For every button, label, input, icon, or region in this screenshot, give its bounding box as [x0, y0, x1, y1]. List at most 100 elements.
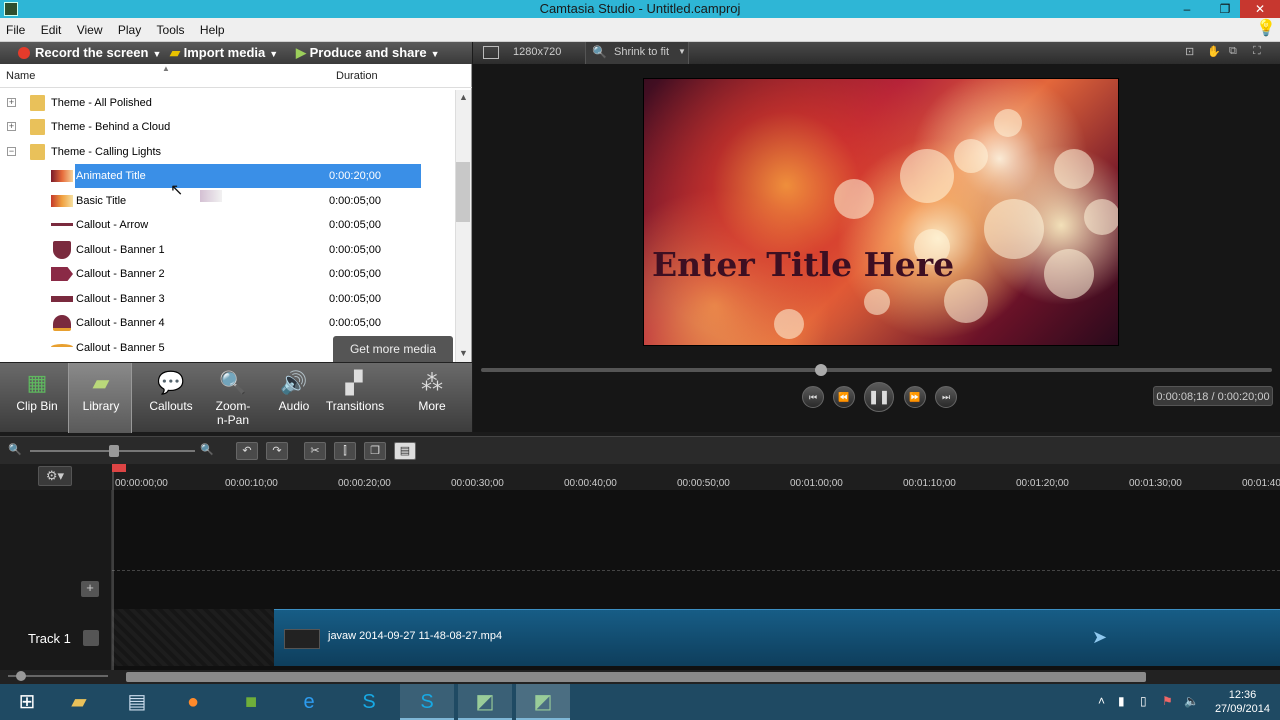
clip-label: javaw 2014-09-27 11-48-08-27.mp4 — [328, 630, 503, 642]
library-item[interactable]: Callout - Arrow 0:00:05;00 — [0, 213, 455, 237]
canvas-dimensions[interactable]: 1280x720 — [513, 46, 561, 58]
preview-canvas[interactable]: Enter Title Here — [643, 78, 1119, 346]
cut-button[interactable]: ✂ — [304, 442, 326, 460]
tab-clip-bin[interactable]: ▦ Clip Bin — [5, 363, 69, 433]
menu-tools[interactable]: Tools — [151, 18, 191, 42]
produce-share-button[interactable]: ▶ Produce and share ▼ — [296, 42, 440, 65]
volume-icon[interactable]: 🔈 — [1184, 694, 1199, 708]
camtasia-studio-icon[interactable]: ◩ — [516, 684, 570, 720]
hand-icon[interactable]: ✋ — [1207, 45, 1221, 58]
fullscreen-icon[interactable]: ⛶ — [1253, 45, 1261, 58]
folder-row[interactable]: + Theme - All Polished — [0, 91, 455, 115]
library-item[interactable]: Callout - Banner 4 0:00:05;00 — [0, 311, 455, 335]
documents-icon[interactable]: ▤ — [110, 684, 164, 720]
get-more-media-button[interactable]: Get more media — [333, 336, 453, 362]
firefox-icon[interactable]: ● — [166, 684, 220, 720]
library-item[interactable]: Callout - Banner 1 0:00:05;00 — [0, 238, 455, 262]
scroll-down-icon[interactable]: ▼ — [459, 348, 468, 358]
library-item[interactable]: Callout - Banner 3 0:00:05;00 — [0, 287, 455, 311]
timeline-scrollbar[interactable] — [0, 670, 1280, 684]
folder-icon — [30, 119, 45, 135]
vertical-zoom-handle[interactable] — [16, 671, 26, 681]
canvas-title-text[interactable]: Enter Title Here — [652, 245, 954, 284]
tab-transitions[interactable]: ▞ Transitions — [322, 363, 388, 433]
video-clip[interactable]: javaw 2014-09-27 11-48-08-27.mp4 ➤ — [274, 609, 1280, 666]
tab-library[interactable]: ▰ Library — [68, 363, 132, 433]
internet-explorer-icon[interactable]: e — [282, 684, 336, 720]
lock-icon[interactable] — [83, 630, 99, 646]
action-center-icon[interactable]: ⚑ — [1162, 694, 1173, 708]
zoom-slider-handle[interactable] — [109, 445, 119, 457]
split-button[interactable]: ⫿ — [334, 442, 356, 460]
gear-icon[interactable]: ⚙▾ — [38, 466, 72, 486]
skip-forward-button[interactable]: ⏭ — [935, 386, 957, 408]
preview-seek-bar[interactable] — [481, 368, 1272, 372]
add-track-button[interactable]: + — [81, 581, 99, 597]
zoom-out-icon[interactable]: 🔍 — [8, 443, 22, 456]
menu-help[interactable]: Help — [194, 18, 231, 42]
lightbulb-icon[interactable]: 💡 — [1256, 20, 1276, 38]
menu-view[interactable]: View — [71, 18, 109, 42]
tab-audio[interactable]: 🔊 Audio — [262, 363, 326, 433]
zoom-in-icon[interactable]: 🔍 — [200, 443, 214, 456]
scroll-up-icon[interactable]: ▲ — [459, 92, 468, 102]
expand-icon[interactable]: + — [7, 98, 16, 107]
library-item[interactable]: Callout - Banner 2 0:00:05;00 — [0, 262, 455, 286]
pause-button[interactable]: ❚❚ — [864, 382, 894, 412]
close-button[interactable]: ✕ — [1240, 0, 1280, 18]
crop-icon[interactable]: ⊡ — [1185, 45, 1194, 58]
file-explorer-icon[interactable]: ▰ — [52, 684, 106, 720]
tray-chevron-icon[interactable]: ˄ — [1098, 694, 1105, 708]
menu-file[interactable]: File — [0, 18, 31, 42]
skype-icon[interactable]: S — [342, 684, 396, 720]
system-clock[interactable]: 12:36 27/09/2014 — [1215, 688, 1270, 716]
library-item[interactable]: Animated Title 0:00:20;00 — [0, 164, 455, 188]
start-button[interactable]: ⊞ — [0, 684, 54, 720]
library-icon: ▰ — [92, 370, 110, 395]
scroll-thumb[interactable] — [126, 672, 1146, 682]
minimize-button[interactable]: – — [1174, 0, 1200, 18]
import-media-button[interactable]: ▰ Import media ▼ — [170, 42, 278, 65]
timeline-ruler[interactable]: ⚙▾ 00:00:00;00 00:00:10;00 00:00:20;00 0… — [0, 464, 1280, 490]
redo-button[interactable]: ↷ — [266, 442, 288, 460]
menu-play[interactable]: Play — [112, 18, 147, 42]
title-thumbnail-icon — [51, 170, 73, 182]
col-name-header[interactable]: Name — [6, 70, 35, 82]
tab-callouts[interactable]: 💬 Callouts — [139, 363, 203, 433]
col-duration-header[interactable]: Duration — [336, 70, 378, 82]
network-icon[interactable]: ▮ — [1118, 694, 1125, 708]
folder-row[interactable]: − Theme - Calling Lights — [0, 140, 455, 164]
cursor-effect-icon[interactable]: ➤ — [1092, 627, 1107, 648]
paste-button[interactable]: ▤ — [394, 442, 416, 460]
skip-back-button[interactable]: ⏮ — [802, 386, 824, 408]
expand-icon[interactable]: + — [7, 122, 16, 131]
restore-button[interactable]: ❐ — [1212, 0, 1238, 18]
skype-running-icon[interactable]: S — [400, 684, 454, 720]
bokeh-light — [1054, 149, 1094, 189]
rewind-button[interactable]: ⏪ — [833, 386, 855, 408]
camtasia-recorder-icon[interactable]: ◩ — [458, 684, 512, 720]
copy-button[interactable]: ❐ — [364, 442, 386, 460]
tab-zoom-n-pan[interactable]: 🔍 Zoom-n-Pan — [201, 363, 265, 433]
track-1-row[interactable]: javaw 2014-09-27 11-48-08-27.mp4 ➤ — [112, 609, 1280, 666]
minecraft-icon[interactable]: ■ — [224, 684, 278, 720]
scroll-thumb[interactable] — [456, 162, 470, 222]
undo-button[interactable]: ↶ — [236, 442, 258, 460]
playhead-handle[interactable] — [112, 464, 126, 472]
zoom-dropdown[interactable]: 🔍 Shrink to fit ▼ — [585, 42, 689, 64]
battery-icon[interactable]: ▯ — [1140, 694, 1147, 708]
main-toolbar: Record the screen ▼ ▰ Import media ▼ ▶ Pro… — [0, 42, 472, 64]
tab-more[interactable]: ⁂ More — [400, 363, 464, 433]
library-scrollbar[interactable]: ▲ ▼ — [455, 90, 471, 362]
folder-row[interactable]: + Theme - Behind a Cloud — [0, 115, 455, 139]
record-screen-button[interactable]: Record the screen ▼ — [18, 42, 161, 65]
audio-icon: 🔊 — [280, 370, 308, 395]
timecode-display: 0:00:08;18 / 0:00:20;00 — [1153, 386, 1273, 406]
seek-handle[interactable] — [815, 364, 828, 376]
fast-forward-button[interactable]: ⏩ — [904, 386, 926, 408]
library-item[interactable]: Basic Title 0:00:05;00 ↖ — [0, 182, 455, 213]
menu-edit[interactable]: Edit — [35, 18, 68, 42]
detach-icon[interactable]: ⧉ — [1229, 45, 1237, 58]
canvas-size-icon[interactable] — [483, 46, 499, 59]
collapse-icon[interactable]: − — [7, 147, 16, 156]
